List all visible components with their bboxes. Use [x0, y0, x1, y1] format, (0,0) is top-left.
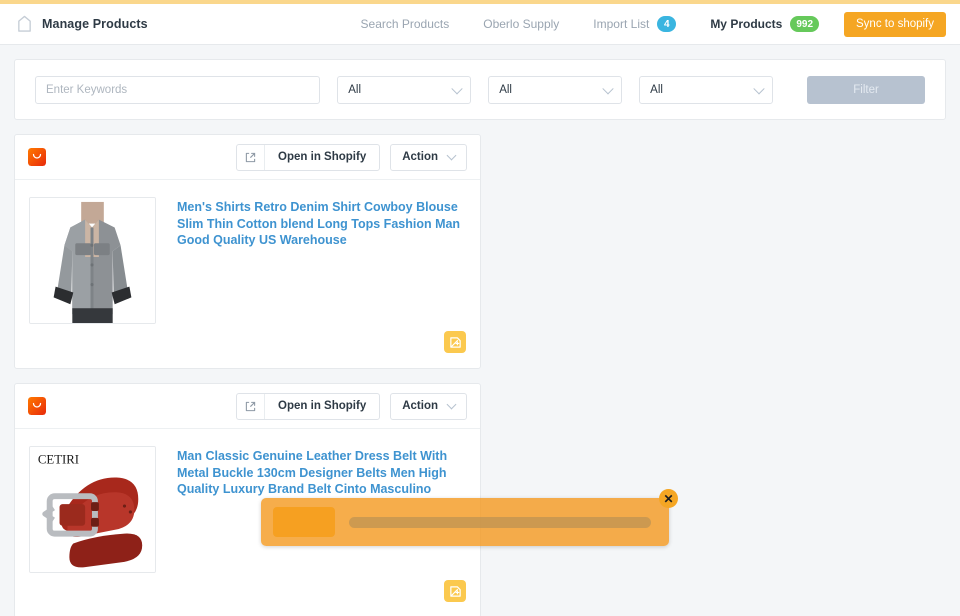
search-input[interactable]	[35, 76, 320, 104]
open-in-shopify-button[interactable]: Open in Shopify	[236, 144, 380, 171]
product-image[interactable]: CETIRI	[29, 446, 156, 573]
aliexpress-icon	[28, 397, 46, 415]
action-dropdown[interactable]: Action	[390, 393, 467, 420]
product-card-actions: Open in Shopify Action	[236, 144, 467, 171]
notification-overlay[interactable]: ✕	[261, 498, 669, 546]
overlay-progress-bar	[349, 517, 651, 528]
product-card-body: Men's Shirts Retro Denim Shirt Cowboy Bl…	[15, 180, 480, 324]
product-card-header: Open in Shopify Action	[15, 384, 480, 429]
brand: Manage Products	[16, 15, 148, 33]
tag-icon	[16, 15, 33, 33]
action-dropdown[interactable]: Action	[390, 144, 467, 171]
my-products-count-badge: 992	[790, 16, 819, 32]
svg-text:CETIRI: CETIRI	[38, 453, 79, 467]
filter-select-2[interactable]: All	[488, 76, 622, 104]
chevron-down-icon	[753, 83, 764, 94]
chevron-down-icon	[452, 83, 463, 94]
nav-label: Search Products	[361, 17, 450, 31]
action-label: Action	[402, 400, 438, 412]
product-card-actions: Open in Shopify Action	[236, 393, 467, 420]
open-in-shopify-label: Open in Shopify	[265, 400, 379, 412]
filter-select-1-value: All	[348, 84, 361, 96]
open-in-shopify-label: Open in Shopify	[265, 151, 379, 163]
product-card: Open in Shopify Action	[14, 134, 481, 369]
filter-select-1[interactable]: All	[337, 76, 471, 104]
filter-select-3-value: All	[650, 84, 663, 96]
product-title[interactable]: Men's Shirts Retro Denim Shirt Cowboy Bl…	[177, 197, 462, 324]
filter-select-3[interactable]: All	[639, 76, 773, 104]
external-link-icon	[237, 394, 265, 419]
product-card-footer	[15, 573, 480, 616]
nav-label: Oberlo Supply	[483, 17, 559, 31]
product-image[interactable]	[29, 197, 156, 324]
add-image-icon[interactable]	[444, 331, 466, 353]
close-icon[interactable]: ✕	[659, 489, 678, 508]
action-label: Action	[402, 151, 438, 163]
nav-label: My Products	[710, 17, 782, 31]
product-card-footer	[15, 324, 480, 368]
external-link-icon	[237, 145, 265, 170]
overlay-thumb-block	[273, 507, 335, 537]
nav-item-import-list[interactable]: Import List 4	[576, 16, 693, 32]
nav-item-search-products[interactable]: Search Products	[344, 17, 467, 31]
nav-label: Import List	[593, 17, 649, 31]
sync-to-shopify-button[interactable]: Sync to shopify	[844, 12, 946, 37]
import-list-count-badge: 4	[657, 16, 676, 32]
filter-button[interactable]: Filter	[807, 76, 925, 104]
nav-item-my-products[interactable]: My Products 992	[693, 16, 836, 32]
aliexpress-icon	[28, 148, 46, 166]
chevron-down-icon	[447, 399, 457, 409]
nav-item-oberlo-supply[interactable]: Oberlo Supply	[466, 17, 576, 31]
filter-select-2-value: All	[499, 84, 512, 96]
app-header: Manage Products Search Products Oberlo S…	[0, 4, 960, 45]
filter-bar: All All All Filter	[14, 59, 946, 120]
main-nav: Search Products Oberlo Supply Import Lis…	[344, 12, 946, 37]
chevron-down-icon	[447, 150, 457, 160]
chevron-down-icon	[603, 83, 614, 94]
product-card-header: Open in Shopify Action	[15, 135, 480, 180]
add-image-icon[interactable]	[444, 580, 466, 602]
open-in-shopify-button[interactable]: Open in Shopify	[236, 393, 380, 420]
page-title: Manage Products	[42, 17, 148, 31]
